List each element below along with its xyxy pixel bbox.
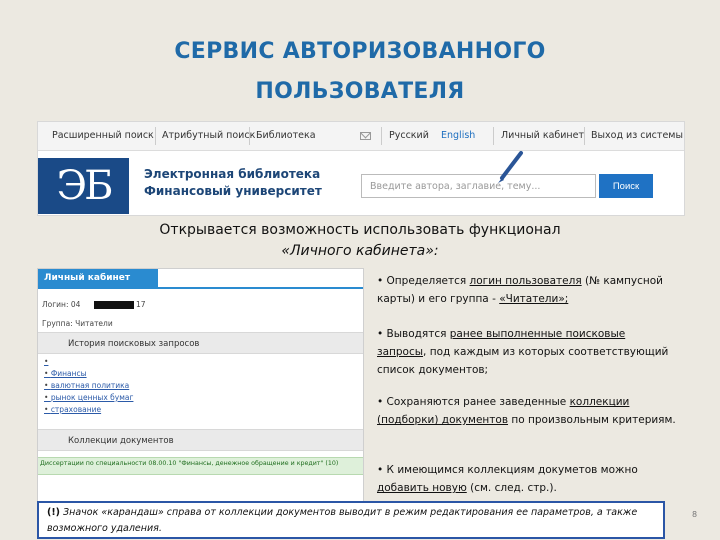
pencil-icon <box>498 151 523 183</box>
query-item[interactable]: рынок ценных бумаг <box>44 393 134 402</box>
note-box: (!) Значок «карандаш» справа от коллекци… <box>37 501 665 539</box>
bullet-text: (см. след. стр.). <box>466 482 557 494</box>
cabinet-header: Личный кабинет <box>38 269 158 287</box>
nav-divider <box>493 127 494 145</box>
bullet-text: • Определяется <box>377 275 470 287</box>
bullet-text: • К имеющимся коллекциям докуметов можно <box>377 464 638 476</box>
bullet-collections: • Сохраняются ранее заведенные коллекции… <box>377 393 677 429</box>
bullet-add-collection: • К имеющимся коллекциям докуметов можно… <box>377 461 677 497</box>
bullet-text: по произвольным критериям. <box>508 414 676 426</box>
nav-divider <box>584 127 585 145</box>
nav-divider <box>155 127 156 145</box>
library-name-line1: Электронная библиотека <box>144 167 321 181</box>
bullet-queries: • Выводятся ранее выполненные поисковые … <box>377 325 677 379</box>
personal-cabinet-panel: Личный кабинет Логин: 04 17 Группа: Чита… <box>37 268 364 502</box>
collections-section-header[interactable]: Коллекции документов <box>38 429 363 451</box>
slide-title-line2: ПОЛЬЗОВАТЕЛЯ <box>255 79 465 104</box>
query-item[interactable]: Финансы <box>44 369 87 378</box>
note-text: Значок «карандаш» справа от коллекции до… <box>47 507 638 534</box>
bullet-highlight: «Читатели»; <box>499 293 569 305</box>
history-section-header[interactable]: История поисковых запросов <box>38 332 363 354</box>
intro-text-line1: Открывается возможность использовать фун… <box>159 222 561 238</box>
query-item[interactable]: страхование <box>44 405 101 414</box>
intro-text-line2: «Личного кабинета»: <box>281 243 439 259</box>
nav-logout[interactable]: Выход из системы <box>591 122 683 150</box>
search-input[interactable] <box>361 174 596 198</box>
bullet-highlight: логин пользователя <box>469 275 582 287</box>
note-mark: (!) <box>47 507 61 518</box>
site-navbar: Расширенный поиск Атрибутный поиск Библи… <box>38 122 684 151</box>
page-number: 8 <box>692 510 698 519</box>
bullet-login: • Определяется логин пользователя (№ кам… <box>377 272 677 308</box>
mail-icon[interactable] <box>360 132 371 140</box>
nav-library[interactable]: Библиотека <box>256 122 316 150</box>
login-label: Логин: 04 <box>42 300 81 309</box>
bullet-highlight: добавить новую <box>377 482 467 494</box>
nav-advanced-search[interactable]: Расширенный поиск <box>52 122 154 150</box>
library-site-screenshot: Расширенный поиск Атрибутный поиск Библи… <box>37 121 685 216</box>
group-label: Группа: Читатели <box>42 319 113 328</box>
nav-attribute-search[interactable]: Атрибутный поиск <box>162 122 255 150</box>
login-redaction <box>94 301 134 309</box>
nav-divider <box>249 127 250 145</box>
nav-personal-cabinet[interactable]: Личный кабинет <box>501 122 584 150</box>
library-logo[interactable]: ЭБ <box>38 158 129 214</box>
login-suffix: 17 <box>136 300 146 309</box>
query-item[interactable] <box>44 357 48 366</box>
collection-item[interactable]: Диссертации по специальности 08.00.10 "Ф… <box>40 460 338 467</box>
query-item[interactable]: валютная политика <box>44 381 129 390</box>
cabinet-header-line <box>38 287 363 289</box>
library-name-line2: Финансовый университет <box>144 184 322 198</box>
nav-russian[interactable]: Русский <box>389 122 429 150</box>
slide-title: СЕРВИС АВТОРИЗОВАННОГО ПОЛЬЗОВАТЕЛЯ <box>60 32 660 112</box>
nav-english[interactable]: English <box>441 122 475 150</box>
slide-title-line1: СЕРВИС АВТОРИЗОВАННОГО <box>174 39 546 64</box>
search-button[interactable]: Поиск <box>599 174 653 198</box>
bullet-text: • Сохраняются ранее заведенные <box>377 396 570 408</box>
bullet-text: • Выводятся <box>377 328 450 340</box>
nav-divider <box>381 127 382 145</box>
